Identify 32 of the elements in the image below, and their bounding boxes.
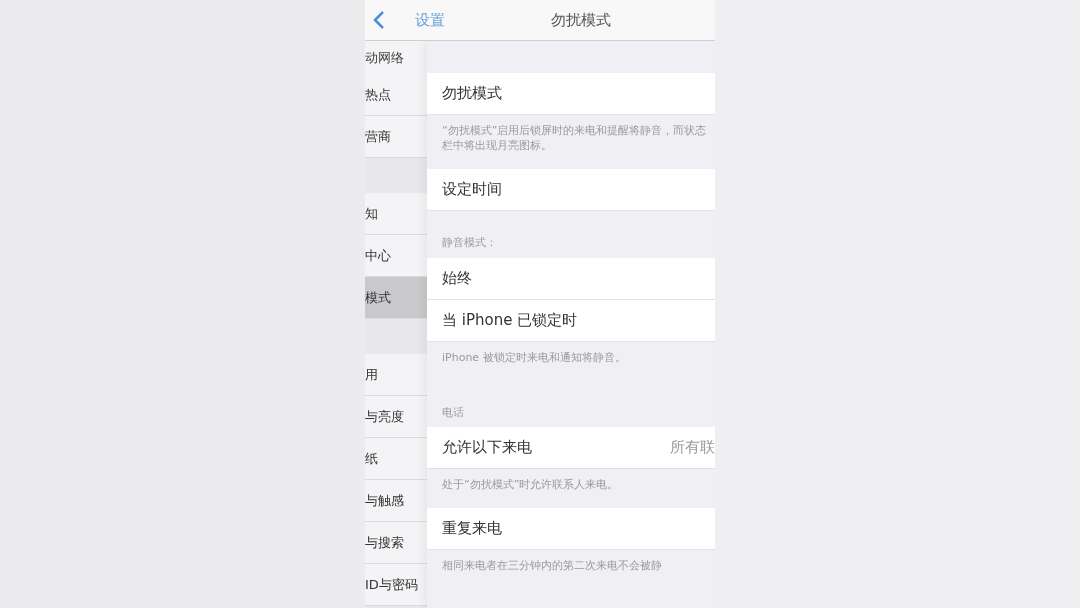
section-label: 动网络 <box>365 41 427 74</box>
row-label: 勿扰模式 <box>442 83 502 105</box>
page-title: 勿扰模式 <box>551 10 611 31</box>
row-value: 所有联 <box>670 437 715 459</box>
row-label: 始终 <box>442 267 472 289</box>
settings-item[interactable]: 纸 <box>365 438 427 480</box>
settings-item[interactable]: 模式 <box>365 277 427 319</box>
settings-item[interactable]: 知 <box>365 193 427 235</box>
settings-row[interactable]: 允许以下来电 所有联 <box>427 427 715 469</box>
row-label: 当 iPhone 已锁定时 <box>442 309 578 331</box>
settings-item[interactable]: 与搜索 <box>365 522 427 564</box>
settings-row[interactable]: 勿扰模式 <box>427 73 715 115</box>
settings-item[interactable]: 营商 <box>365 116 427 158</box>
settings-item[interactable]: 与亮度 <box>365 396 427 438</box>
settings-row[interactable]: 设定时间 <box>427 169 715 211</box>
settings-item[interactable]: 中心 <box>365 235 427 277</box>
footnote-text: 处于“勿扰模式”时允许联系人来电。 <box>441 477 620 493</box>
back-chevron-icon <box>373 10 385 30</box>
settings-row[interactable]: 重复来电 <box>427 508 715 550</box>
settings-row[interactable]: 当 iPhone 已锁定时 <box>427 299 715 342</box>
settings-item[interactable]: 与触感 <box>365 480 427 522</box>
section-header: 电话 <box>441 404 465 421</box>
footnote-text: “勿扰模式”启用后锁屏时的来电和提醒将静音，而状态栏中将出现月亮图标。 <box>441 123 708 154</box>
section-header: 静音模式： <box>441 235 498 251</box>
footnote-text: iPhone 被锁定时来电和通知将静音。 <box>441 349 627 366</box>
row-label: 设定时间 <box>442 179 502 201</box>
row-label: 允许以下来电 <box>442 437 532 459</box>
settings-item[interactable]: 用 <box>365 354 427 396</box>
settings-item[interactable]: 热点 <box>365 74 427 116</box>
settings-item[interactable]: ID与密码 <box>365 564 427 606</box>
row-label: 重复来电 <box>442 518 502 540</box>
settings-row[interactable]: 始终 <box>427 257 715 300</box>
